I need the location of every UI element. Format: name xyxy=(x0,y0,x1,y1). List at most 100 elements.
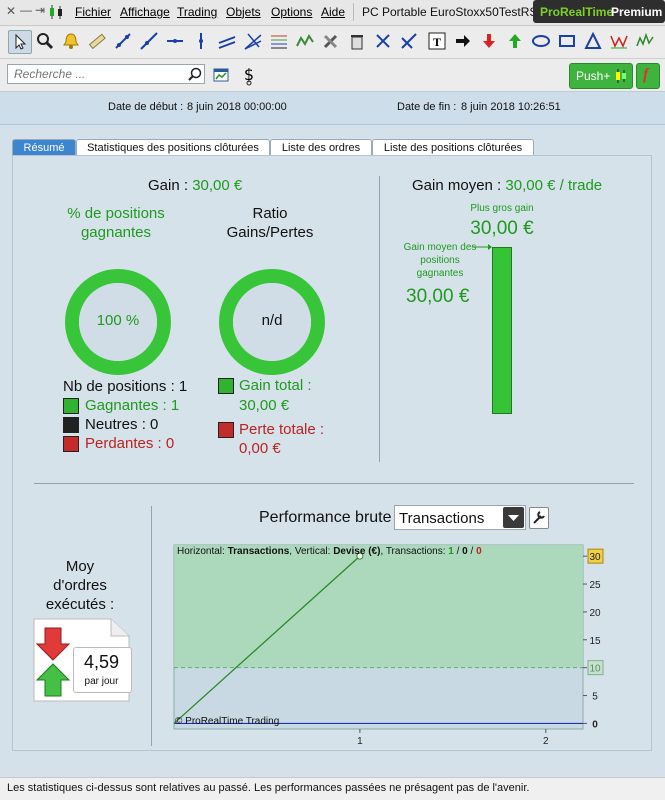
channel-icon[interactable] xyxy=(216,30,238,52)
arrow-down-icon[interactable] xyxy=(478,30,500,52)
window-title: PC Portable EuroStoxx50TestRSI xyxy=(362,5,541,19)
push-button[interactable]: Push+ xyxy=(569,63,633,89)
settings-wrench-button[interactable] xyxy=(529,507,549,529)
line-icon[interactable] xyxy=(112,30,134,52)
dollar-bell-icon[interactable]: $ xyxy=(240,64,258,86)
gain-bar xyxy=(492,247,512,414)
vertical-line-icon[interactable] xyxy=(190,30,212,52)
wave-icon[interactable] xyxy=(634,30,656,52)
section-divider-lower xyxy=(151,506,152,746)
pin-icon[interactable]: ⇥ xyxy=(35,3,45,17)
trend-icon[interactable] xyxy=(138,30,160,52)
gain-label: Gain : xyxy=(148,177,193,194)
menu-objets[interactable]: Objets xyxy=(226,5,261,19)
candlestick-logo-icon xyxy=(50,5,62,19)
trash-icon[interactable] xyxy=(346,30,368,52)
info-horizontal-label: Horizontal: xyxy=(177,546,228,557)
y-tick-label: 0 xyxy=(592,719,598,730)
performance-title: Performance brute xyxy=(259,509,392,526)
menu-aide[interactable]: Aide xyxy=(321,5,345,19)
nb-positions: Nb de positions : 1 xyxy=(63,378,188,395)
brand-badge: ProRealTime Premium xyxy=(533,0,665,23)
y-tick-label: 15 xyxy=(589,636,601,647)
start-date-value: 8 juin 2018 00:00:00 xyxy=(187,101,287,113)
ratio-value: n/d xyxy=(261,312,283,329)
pointer-arrow-icon xyxy=(472,244,492,250)
cross-icon[interactable] xyxy=(372,30,394,52)
profit-zone xyxy=(174,545,583,668)
triangle-icon[interactable] xyxy=(582,30,604,52)
gain-total-swatch xyxy=(218,378,234,394)
minimize-icon[interactable]: — xyxy=(20,3,32,17)
horizontal-line-icon[interactable] xyxy=(164,30,186,52)
gain-moyen-label: Gain moyen : xyxy=(412,177,506,194)
menu-bar: ✕ — ⇥ Fichier Affichage Trading Objets O… xyxy=(0,0,665,26)
candlestick-icon xyxy=(616,69,626,83)
y-tick-label: 10 xyxy=(589,664,601,675)
tab-liste-ordres[interactable]: Liste des ordres xyxy=(270,139,372,156)
info-vertical-value: Devise (€) xyxy=(333,546,381,557)
close-icon[interactable]: ✕ xyxy=(6,4,16,18)
performance-select[interactable]: Transactions xyxy=(394,505,526,530)
chevron-down-icon[interactable] xyxy=(503,507,524,528)
arrow-up-icon[interactable] xyxy=(504,30,526,52)
orders-value: 4,59 xyxy=(83,652,120,672)
text-icon[interactable]: T xyxy=(426,30,448,52)
gagnantes-swatch xyxy=(63,398,79,414)
brand-edition: Premium xyxy=(611,5,663,19)
pattern-icon[interactable] xyxy=(608,30,630,52)
perte-totale-label: Perte totale : xyxy=(239,421,325,438)
menu-options[interactable]: Options xyxy=(271,5,312,19)
cursor-icon[interactable] xyxy=(8,30,32,54)
x-tick-label: 2 xyxy=(543,736,549,747)
ruler-icon[interactable] xyxy=(86,30,108,52)
search-row: $ Push+ f xyxy=(0,59,665,92)
perdantes-swatch xyxy=(63,436,79,452)
gagnantes-count: Gagnantes : 1 xyxy=(85,397,180,414)
gain-moyen-header: Gain moyen : 30,00 € / trade xyxy=(412,177,602,194)
fibonacci-icon[interactable] xyxy=(268,30,290,52)
orders-title: Moy d'ordres exécutés : xyxy=(45,558,115,613)
wrench-icon xyxy=(533,511,545,524)
tab-liste-positions[interactable]: Liste des positions clôturées xyxy=(372,139,534,156)
start-date-label: Date de début : xyxy=(108,101,184,113)
tab-resume[interactable]: Résumé xyxy=(12,139,76,156)
search-input[interactable] xyxy=(7,64,205,84)
chart-info-line: Horizontal: Transactions, Vertical: Devi… xyxy=(177,546,482,557)
chart-copyright: © ProRealTime Trading xyxy=(175,716,280,727)
gain-moyen-value: 30,00 € / trade xyxy=(505,177,603,194)
rectangle-icon[interactable] xyxy=(556,30,578,52)
section-divider-horizontal xyxy=(34,483,634,484)
win-percentage-value: 100 % xyxy=(96,312,140,329)
tab-statistiques-positions[interactable]: Statistiques des positions clôturées xyxy=(76,139,270,156)
screener-icon[interactable] xyxy=(212,65,232,85)
search-icon[interactable] xyxy=(188,67,202,81)
zigzag-icon[interactable] xyxy=(294,30,316,52)
menu-fichier[interactable]: Fichier xyxy=(75,5,111,19)
fan-icon[interactable] xyxy=(242,30,264,52)
menu-trading[interactable]: Trading xyxy=(177,5,217,19)
gain-total-label: Gain total : xyxy=(239,377,312,394)
perte-totale-swatch xyxy=(218,422,234,438)
gain-value: 30,00 € xyxy=(192,177,243,194)
tools-icon[interactable] xyxy=(320,30,342,52)
alarm-icon[interactable] xyxy=(60,30,82,52)
orders-unit: par jour xyxy=(84,676,119,687)
y-tick-label: 25 xyxy=(589,580,601,591)
formula-button[interactable]: f xyxy=(636,63,660,89)
magnifier-icon[interactable] xyxy=(34,30,56,52)
menu-affichage[interactable]: Affichage xyxy=(120,5,170,19)
arrow-right-icon[interactable] xyxy=(452,30,474,52)
y-tick-label: 20 xyxy=(589,608,601,619)
gain-header: Gain : 30,00 € xyxy=(148,177,242,194)
end-date-label: Date de fin : xyxy=(397,101,457,113)
info-horizontal-value: Transactions xyxy=(227,546,290,557)
performance-select-value: Transactions xyxy=(399,510,485,527)
x-tick-label: 1 xyxy=(357,736,363,747)
ellipse-icon[interactable] xyxy=(530,30,552,52)
plus-gros-gain-value: 30,00 € xyxy=(470,218,534,239)
end-date-value: 8 juin 2018 10:26:51 xyxy=(461,101,561,113)
neutres-count: Neutres : 0 xyxy=(85,416,159,433)
double-line-icon[interactable] xyxy=(398,30,420,52)
brand-name: ProRealTime xyxy=(540,5,614,19)
